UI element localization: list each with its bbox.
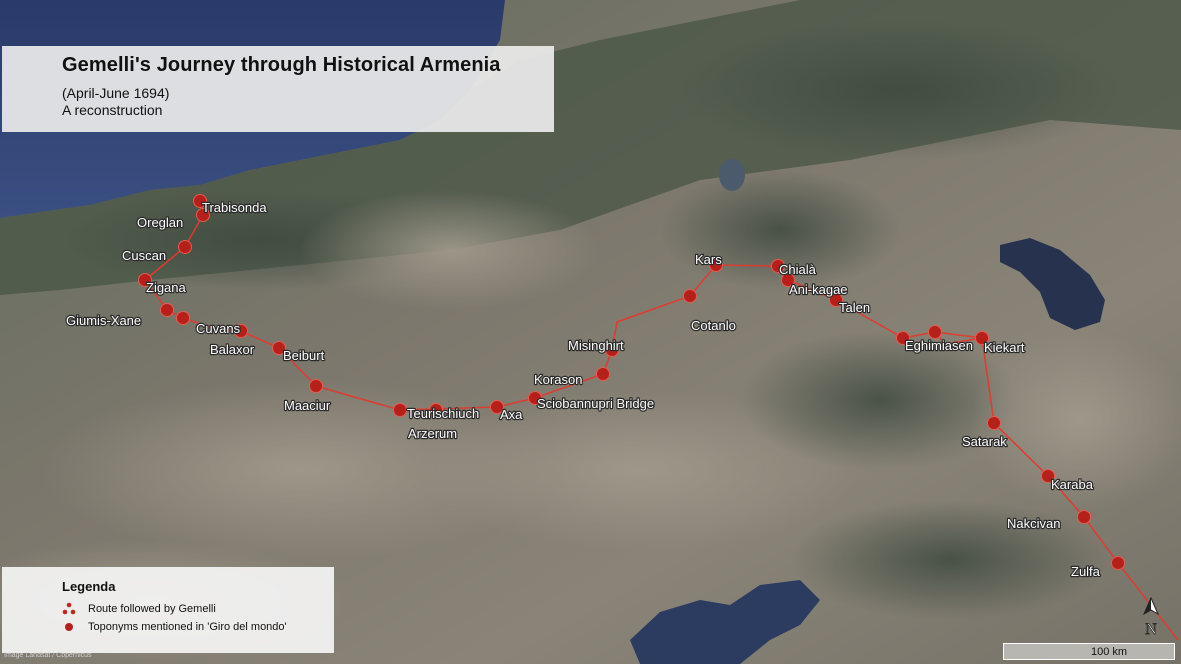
place-label: Karaba <box>1051 477 1094 492</box>
place-label: Sciobannupri Bridge <box>537 396 654 411</box>
map-title: Gemelli's Journey through Historical Arm… <box>62 54 501 76</box>
toponym-labels: Trabisonda Oreglan Cuscan Zigana Giumis-Xane… <box>65 199 1102 580</box>
toponym-marker[interactable] <box>393 403 407 417</box>
north-arrow-icon: N <box>1142 596 1160 638</box>
toponym-marker[interactable] <box>987 416 1001 430</box>
legend-panel: Legenda Route followed by Gemelli Topony… <box>2 567 334 653</box>
place-label: Balaxor <box>210 342 255 357</box>
toponym-marker[interactable] <box>1077 510 1091 524</box>
route-dots-icon <box>62 602 76 615</box>
place-label: Trabisonda <box>202 200 267 215</box>
toponym-marker[interactable] <box>176 311 190 325</box>
place-label: Cuscan <box>122 248 166 263</box>
place-label: Satarak <box>962 434 1007 449</box>
place-label: Ani-kagae <box>789 282 848 297</box>
place-label: Eghimiasen <box>905 338 973 353</box>
imagery-credit: Image Landsat / Copernicus <box>4 652 92 659</box>
place-label: Cotanlo <box>691 318 736 333</box>
toponym-dot-icon <box>65 623 73 631</box>
place-label: Nakcivan <box>1007 516 1060 531</box>
legend-title: Legenda <box>62 579 116 594</box>
place-label: Beiburt <box>283 348 325 363</box>
place-label: Misinghirt <box>568 338 624 353</box>
place-label: Korason <box>534 372 582 387</box>
scale-label: 100 km <box>1090 646 1128 658</box>
map-subtitle-note: A reconstruction <box>62 102 163 118</box>
place-label: Teurischiuch <box>407 406 479 421</box>
legend-route-label: Route followed by Gemelli <box>88 603 216 615</box>
place-label: Giumis-Xane <box>66 313 141 328</box>
toponym-marker[interactable] <box>596 367 610 381</box>
place-label: Oreglan <box>137 215 183 230</box>
place-label: Talen <box>839 300 870 315</box>
legend-route-item: Route followed by Gemelli <box>62 600 334 618</box>
toponym-marker[interactable] <box>178 240 192 254</box>
place-label: Arzerum <box>408 426 457 441</box>
place-label: Cuvans <box>196 321 241 336</box>
north-label: N <box>1145 621 1157 638</box>
legend-toponym-item: Toponyms mentioned in 'Giro del mondo' <box>62 618 334 636</box>
toponym-marker[interactable] <box>1111 556 1125 570</box>
toponym-marker[interactable] <box>309 379 323 393</box>
place-label: Zulfa <box>1071 564 1101 579</box>
place-label: Axa <box>500 407 523 422</box>
place-label: Kiekart <box>984 340 1025 355</box>
toponym-marker[interactable] <box>160 303 174 317</box>
place-label: Chialà <box>779 262 817 277</box>
title-panel: Gemelli's Journey through Historical Arm… <box>2 46 554 132</box>
scale-bar: 100 km <box>1003 643 1175 660</box>
route-marker[interactable] <box>928 325 942 339</box>
place-label: Zigana <box>146 280 187 295</box>
legend-toponym-label: Toponyms mentioned in 'Giro del mondo' <box>88 621 287 633</box>
toponym-marker[interactable] <box>683 289 697 303</box>
toponym-markers <box>138 194 1125 570</box>
place-label: Kars <box>695 252 722 267</box>
map-subtitle-dates: (April-June 1694) <box>62 85 170 101</box>
place-label: Maaciur <box>284 398 331 413</box>
